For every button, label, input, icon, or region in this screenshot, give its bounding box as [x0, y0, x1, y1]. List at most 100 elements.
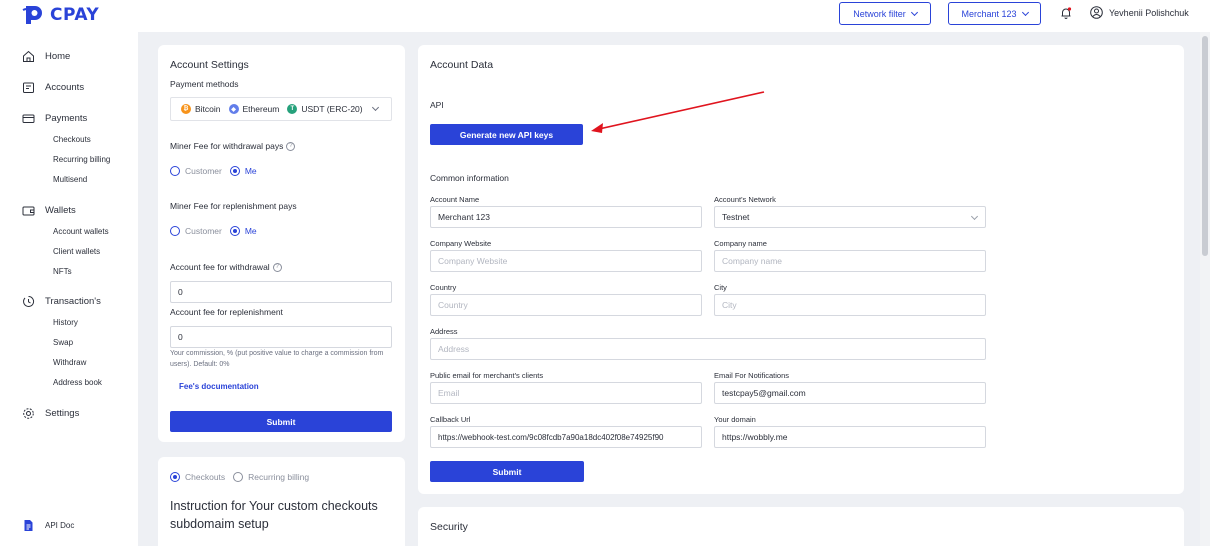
radio-me-label[interactable]: Me [245, 166, 257, 176]
payment-method-ethereum: Ethereum [242, 104, 280, 114]
radio-customer[interactable] [170, 166, 180, 176]
sidebar-item-accounts[interactable]: Accounts [22, 81, 84, 94]
city-label: City [714, 283, 727, 292]
tether-icon: T [287, 104, 298, 114]
document-icon [24, 520, 33, 531]
radio-customer[interactable] [170, 226, 180, 236]
miner-fee-replenishment-radio-group: Customer Me [170, 226, 265, 236]
radio-me[interactable] [229, 166, 240, 176]
help-icon[interactable]: ? [286, 142, 296, 152]
radio-customer-label[interactable]: Customer [185, 226, 222, 236]
sidebar-item-recurring-billing[interactable]: Recurring billing [53, 155, 110, 164]
settings-submit-button[interactable]: Submit [170, 411, 392, 432]
sidebar-item-label: Wallets [45, 205, 76, 216]
sidebar-item-account-wallets[interactable]: Account wallets [53, 227, 109, 236]
sidebar-item-nfts[interactable]: NFTs [53, 267, 72, 276]
callback-url-input[interactable]: https://webhook-test.com/9c08fcdb7a90a18… [430, 426, 702, 448]
wallet-icon [22, 206, 35, 216]
radio-me-label[interactable]: Me [245, 226, 257, 236]
payment-method-bitcoin: Bitcoin [195, 104, 221, 114]
commission-note: Your commission, % (put positive value t… [170, 350, 384, 368]
public-email-input[interactable]: Email [430, 382, 702, 404]
page-scrollbar-thumb[interactable] [1202, 36, 1208, 256]
sidebar-item-label: Settings [45, 408, 80, 419]
account-fee-withdrawal-input[interactable]: 0 [170, 281, 392, 303]
sidebar-item-home[interactable]: Home [22, 50, 70, 63]
account-network-label: Account's Network [714, 195, 776, 204]
callback-url-label: Callback Url [430, 415, 471, 424]
account-name-label: Account Name [430, 195, 480, 204]
sidebar-item-client-wallets[interactable]: Client wallets [53, 247, 100, 256]
sidebar-item-label: Payments [45, 113, 88, 124]
country-input[interactable]: Country [430, 294, 702, 316]
sidebar-item-payments[interactable]: Payments [22, 112, 87, 125]
radio-me[interactable] [229, 226, 240, 236]
cpay-logo[interactable]: CPAY [22, 4, 99, 26]
account-settings-title: Account Settings [170, 59, 249, 71]
history-icon [23, 295, 35, 307]
cpay-logo-icon [22, 6, 42, 24]
miner-fee-withdrawal-text: Miner Fee for withdrawal pays [170, 141, 284, 151]
home-icon [23, 50, 34, 62]
generate-api-keys-button[interactable]: Generate new API keys [430, 124, 583, 145]
radio-recurring-billing-label[interactable]: Recurring billing [248, 472, 309, 482]
company-name-input[interactable]: Company name [714, 250, 986, 272]
account-data-title: Account Data [430, 59, 494, 71]
radio-checkouts[interactable] [170, 472, 180, 482]
company-website-input[interactable]: Company Website [430, 250, 702, 272]
help-icon[interactable]: ? [272, 263, 282, 273]
checkout-setup-title: Instruction for Your custom checkouts su… [170, 499, 378, 531]
sidebar-item-history[interactable]: History [53, 318, 78, 327]
network-filter-button[interactable]: Network filter [839, 2, 931, 25]
fee-documentation-link[interactable]: Fee's documentation [179, 382, 259, 391]
logo-text: CPAY [50, 5, 100, 25]
ethereum-icon: ◆ [228, 104, 239, 114]
payment-method-usdt: USDT (ERC-20) [301, 104, 363, 114]
user-avatar-icon [1090, 6, 1103, 19]
merchant-select-label: Merchant 123 [961, 8, 1017, 19]
bell-icon[interactable] [1059, 6, 1073, 20]
sidebar-item-settings[interactable]: Settings [22, 407, 79, 420]
payment-methods-select[interactable]: ₿ Bitcoin ◆ Ethereum T USDT (ERC-20) [170, 97, 392, 121]
account-network-select[interactable]: Testnet [714, 206, 986, 228]
company-name-label: Company name [714, 239, 767, 248]
sidebar-item-wallets[interactable]: Wallets [22, 204, 76, 217]
sidebar-item-label: Accounts [45, 82, 85, 93]
sidebar: Home Accounts Payments Checkouts Recurri… [0, 32, 138, 546]
account-name-input[interactable]: Merchant 123 [430, 206, 702, 228]
top-header: CPAY Network filter Merchant 123 Yevheni… [0, 0, 1210, 32]
country-label: Country [430, 283, 457, 292]
payments-icon [22, 114, 35, 123]
security-card [418, 507, 1184, 546]
payment-methods-label: Payment methods [170, 79, 239, 89]
network-filter-label: Network filter [853, 8, 906, 19]
sidebar-item-withdraw[interactable]: Withdraw [53, 358, 86, 367]
address-label: Address [430, 327, 458, 336]
account-data-submit-button[interactable]: Submit [430, 461, 584, 482]
radio-customer-label[interactable]: Customer [185, 166, 222, 176]
sidebar-item-checkouts[interactable]: Checkouts [53, 135, 91, 144]
account-fee-replenishment-input[interactable]: 0 [170, 326, 392, 348]
chevron-down-icon [910, 8, 918, 16]
sidebar-item-swap[interactable]: Swap [53, 338, 73, 347]
chevron-down-icon [1021, 8, 1029, 16]
bitcoin-icon: ₿ [181, 104, 191, 114]
notification-email-input[interactable]: testcpay5@gmail.com [714, 382, 986, 404]
your-domain-input[interactable]: https://wobbly.me [714, 426, 986, 448]
miner-fee-replenishment-label: Miner Fee for replenishment pays [170, 201, 297, 211]
account-fee-replenishment-label: Account fee for replenishment [170, 307, 283, 317]
sidebar-item-api-doc[interactable]: API Doc [22, 519, 74, 532]
user-menu[interactable]: Yevhenii Polishchuk [1090, 6, 1189, 19]
sidebar-item-multisend[interactable]: Multisend [53, 175, 87, 184]
account-network-value: Testnet [722, 212, 750, 222]
address-input[interactable]: Address [430, 338, 986, 360]
sidebar-item-address-book[interactable]: Address book [53, 378, 102, 387]
common-info-label: Common information [430, 173, 509, 183]
radio-recurring-billing[interactable] [233, 472, 244, 482]
city-input[interactable]: City [714, 294, 986, 316]
accounts-icon [23, 82, 34, 93]
sidebar-item-transactions[interactable]: Transaction's [22, 295, 101, 308]
account-fee-withdrawal-text: Account fee for withdrawal [170, 262, 270, 272]
merchant-select[interactable]: Merchant 123 [948, 2, 1041, 25]
radio-checkouts-label[interactable]: Checkouts [185, 472, 225, 482]
